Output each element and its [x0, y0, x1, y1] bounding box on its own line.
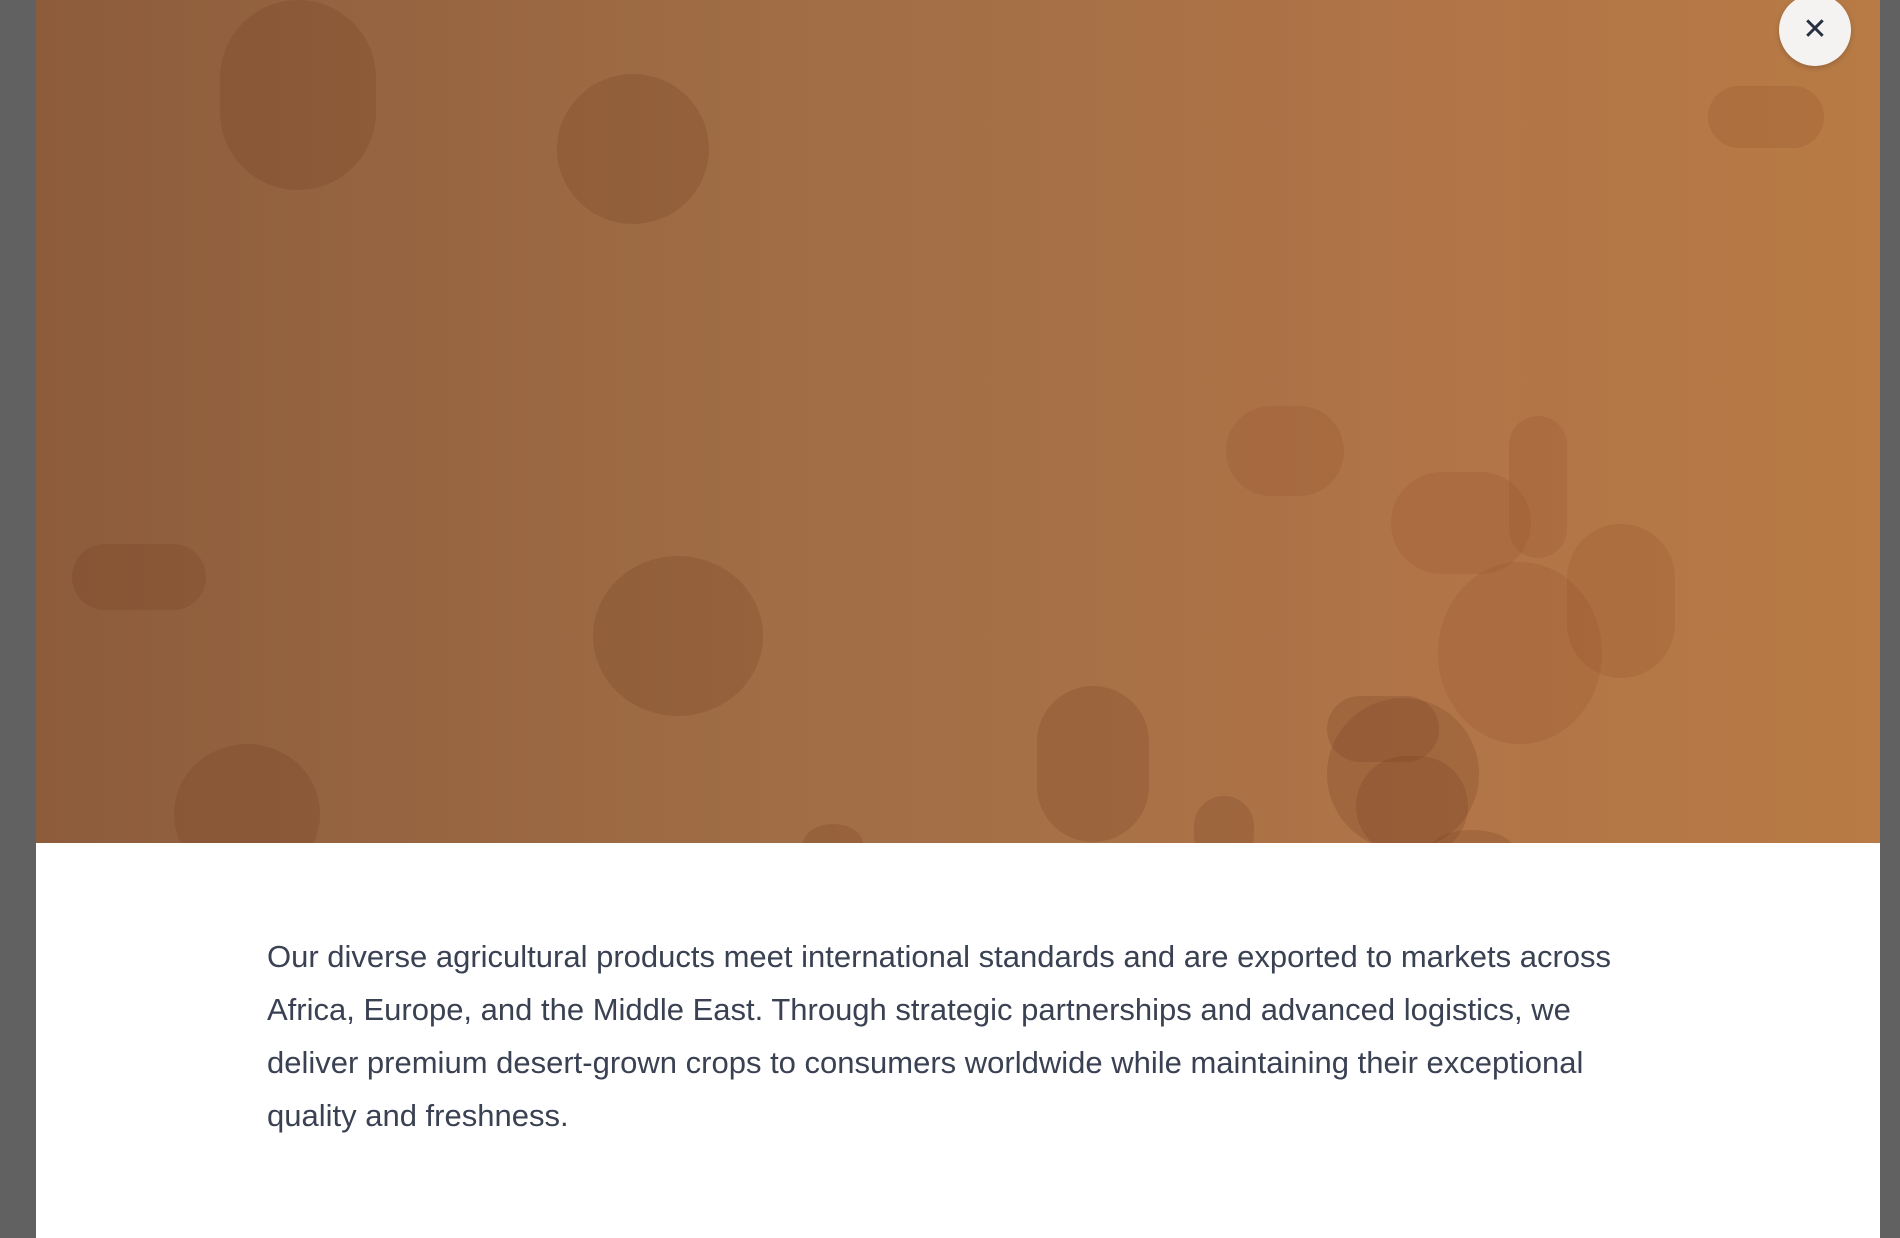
- decorative-shape: [593, 556, 763, 716]
- decorative-shape: [1327, 696, 1439, 762]
- modal-dialog: Our diverse agricultural products meet i…: [36, 0, 1880, 1238]
- decorative-shape: [1356, 756, 1468, 843]
- decorative-shape: [803, 824, 863, 843]
- decorative-shape: [1567, 524, 1675, 678]
- close-icon: ✕: [1802, 12, 1828, 47]
- decorative-shape: [174, 744, 320, 843]
- decorative-shape: [220, 0, 376, 190]
- decorative-shape: [1226, 406, 1344, 496]
- decorative-shape: [1194, 796, 1254, 843]
- decorative-shape: [72, 544, 206, 610]
- decorative-shape: [1708, 86, 1824, 148]
- decorative-shape: [1037, 686, 1149, 842]
- decorative-shape: [557, 74, 709, 224]
- hero-image: [36, 0, 1880, 843]
- description-text: Our diverse agricultural products meet i…: [267, 939, 1612, 1133]
- decorative-shape: [1509, 416, 1567, 558]
- modal-body: Our diverse agricultural products meet i…: [267, 930, 1627, 1142]
